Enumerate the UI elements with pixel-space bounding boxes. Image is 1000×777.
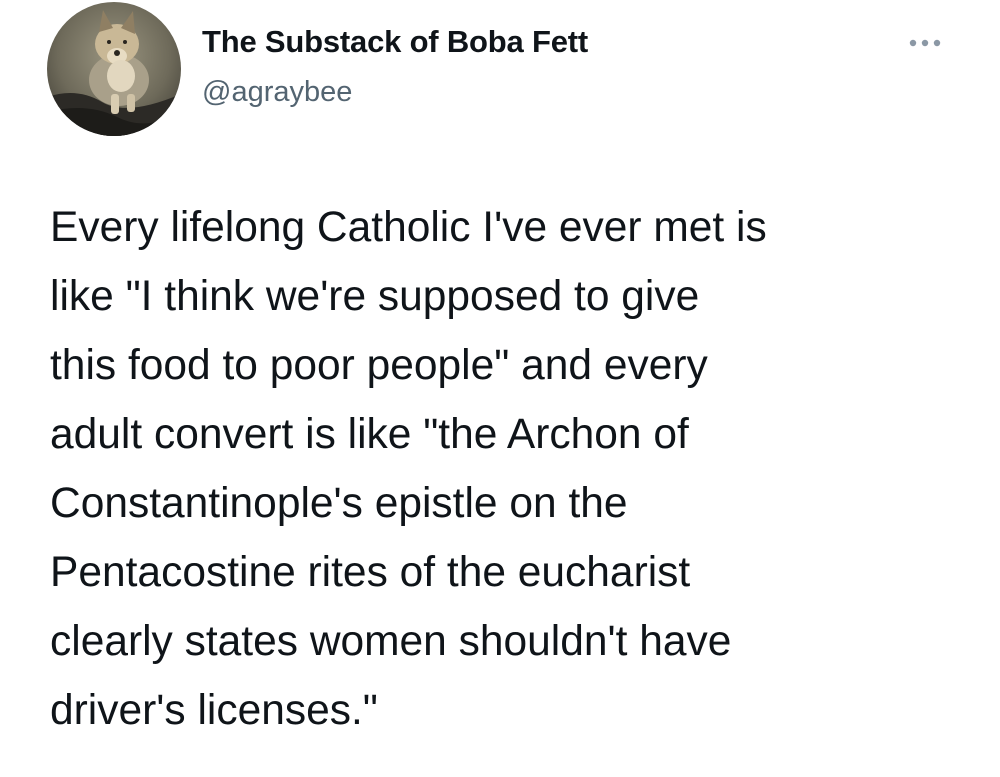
tweet-text-line: this food to poor people" and every (50, 342, 708, 389)
fox-photo-icon (47, 2, 181, 136)
more-dots-icon (909, 39, 941, 47)
tweet-text-line: driver's licenses." (50, 687, 378, 734)
tweet-text: Every lifelong Catholic I've ever met is… (50, 193, 980, 745)
tweet-text-line: clearly states women shouldn't have (50, 618, 732, 665)
author-display-name[interactable]: The Substack of Boba Fett (202, 24, 588, 60)
tweet-text-line: adult convert is like "the Archon of (50, 411, 689, 458)
author-handle[interactable]: @agraybee (202, 76, 352, 109)
author-avatar[interactable] (47, 2, 181, 136)
tweet-text-line: Every lifelong Catholic I've ever met is (50, 204, 767, 251)
tweet-text-line: like "I think we're supposed to give (50, 273, 700, 320)
tweet-card: The Substack of Boba Fett @agraybee Ever… (0, 0, 1000, 777)
more-options-button[interactable] (905, 30, 945, 56)
tweet-text-line: Constantinople's epistle on the (50, 480, 628, 527)
tweet-text-line: Pentacostine rites of the eucharist (50, 549, 691, 596)
